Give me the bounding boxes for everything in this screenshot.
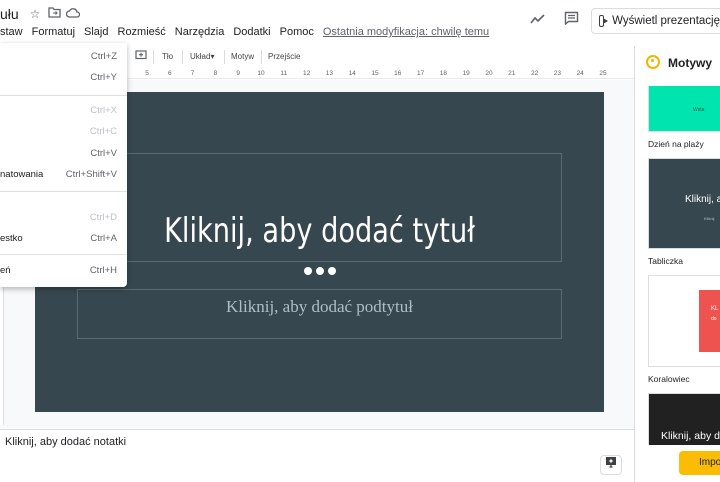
shortcut-select-all: Ctrl+A (90, 233, 117, 244)
theme-card-2-sub: do (711, 316, 717, 322)
menu-tools[interactable]: Narzędzia (175, 26, 229, 42)
insert-comment-icon[interactable] (135, 50, 147, 63)
shortcut-find-replace: Ctrl+H (89, 265, 117, 276)
menu-bar: staw Formatuj Slajd Rozmieść Narzędzia D… (0, 26, 498, 42)
menu-item-undo[interactable]: Ctrl+Z (0, 48, 127, 66)
ruler-mark: 7 (190, 70, 195, 77)
palette-icon (646, 55, 660, 69)
present-button[interactable]: Wyświetl prezentację (591, 8, 720, 34)
ruler-mark: 12 (302, 70, 311, 77)
shortcut-duplicate: Ctrl+D (89, 212, 117, 223)
explore-button[interactable] (600, 455, 622, 475)
theme-card-2[interactable]: KL do (648, 275, 720, 367)
ruler-mark: 9 (236, 70, 240, 77)
star-icon[interactable]: ☆ (28, 7, 42, 21)
theme-card-1-preview: Kliknij, ab (685, 194, 720, 205)
menu-item-paste[interactable]: Ctrl+V (0, 145, 127, 163)
ruler-mark: 8 (213, 70, 218, 77)
ruler-mark: 17 (416, 70, 425, 77)
ruler-mark: 5 (145, 70, 149, 77)
theme-card-1[interactable]: Kliknij, ab Kliknij (648, 158, 720, 249)
notes-divider[interactable] (0, 429, 634, 430)
shortcut-paste-without-formatting: Ctrl+Shift+V (65, 169, 117, 180)
layout-button[interactable]: Układ▾ (190, 52, 214, 61)
menu-item-duplicate[interactable]: Ctrl+D (0, 209, 127, 227)
menu-item-copy[interactable]: Ctrl+C (0, 123, 127, 141)
layout-label: Układ (190, 52, 211, 61)
theme-card-3[interactable]: Kliknij, aby d (648, 393, 720, 445)
ruler-mark: 23 (553, 70, 562, 77)
menu-insert[interactable]: staw (0, 26, 27, 42)
theme-card-0[interactable]: Wsta (648, 86, 720, 132)
menu-arrange[interactable]: Rozmieść (118, 26, 170, 42)
theme-label-2: Tabliczka (648, 256, 683, 266)
ruler-mark: 10 (257, 70, 265, 77)
ruler-mark: 25 (599, 70, 607, 77)
ruler-mark: 18 (439, 70, 448, 77)
ruler-mark: 6 (167, 70, 172, 77)
transition-button[interactable]: Przejście (268, 52, 300, 61)
theme-label-1: Dzień na plaży (648, 139, 704, 149)
menu-slide[interactable]: Slajd (84, 26, 112, 42)
background-button[interactable]: Tło (162, 52, 173, 61)
theme-card-1-sub: Kliknij (704, 216, 715, 221)
cloud-status-icon[interactable] (65, 7, 81, 21)
activity-dashboard-icon[interactable] (527, 10, 549, 32)
menu-help[interactable]: Pomoc (280, 26, 318, 42)
move-to-folder-icon[interactable] (47, 7, 61, 21)
filmstrip-edge (0, 280, 4, 425)
edit-menu: Ctrl+Z Ctrl+Y Ctrl+X Ctrl+C Ctrl+V natow… (0, 43, 127, 287)
theme-card-3-preview: Kliknij, aby d (661, 430, 720, 442)
shortcut-cut: Ctrl+X (90, 105, 117, 116)
slide-subtitle-placeholder[interactable]: Kliknij, aby dodać podtytuł (77, 296, 562, 318)
ruler-mark: 14 (348, 70, 356, 77)
present-label: Wyświetl prezentację (612, 15, 720, 27)
theme-button[interactable]: Motyw (231, 52, 254, 61)
theme-card-0-preview: Wsta (693, 107, 705, 113)
import-theme-button[interactable]: Impo (679, 451, 720, 475)
shortcut-undo: Ctrl+Z (90, 51, 117, 62)
theme-card-2-preview: KL (711, 306, 719, 312)
horizontal-ruler: 5 6 7 8 9 10 11 12 13 14 15 16 17 18 19 20 21 22 23 24 25 (127, 69, 634, 79)
ruler-mark: 15 (371, 70, 379, 77)
ruler-mark: 22 (530, 70, 539, 77)
shortcut-copy: Ctrl+C (89, 126, 117, 137)
ruler-mark: 24 (576, 70, 584, 77)
present-icon (599, 15, 609, 27)
menu-item-paste-without-formatting[interactable]: natowania Ctrl+Shift+V (0, 166, 127, 184)
slide-title-placeholder[interactable]: Kliknij, aby dodać tytuł (126, 206, 514, 256)
ruler-mark: 20 (485, 70, 493, 77)
menu-item-find-replace[interactable]: eń Ctrl+H (0, 262, 127, 280)
theme-label-3: Koralowiec (648, 374, 690, 384)
shortcut-redo: Ctrl+Y (90, 72, 117, 83)
speaker-notes-input[interactable]: Kliknij, aby dodać notatki (5, 436, 126, 448)
layout-caret-icon: ▾ (210, 52, 215, 61)
ruler-mark: 13 (325, 70, 334, 77)
shortcut-paste: Ctrl+V (90, 148, 117, 159)
last-edit-link[interactable]: Ostatnia modyfikacja: chwilę temu (323, 26, 493, 42)
comments-icon[interactable] (560, 10, 582, 32)
decorative-dots (304, 267, 336, 276)
ruler-mark: 19 (462, 70, 470, 77)
ruler-mark: 21 (508, 70, 516, 77)
menu-item-select-all[interactable]: estko Ctrl+A (0, 230, 127, 248)
menu-addons[interactable]: Dodatki (233, 26, 274, 42)
themes-panel-title: Motywy (668, 56, 713, 70)
document-title[interactable]: ułu (0, 6, 19, 22)
ruler-mark: 11 (280, 70, 288, 77)
ruler-mark: 16 (394, 70, 402, 77)
explore-icon (606, 457, 616, 468)
menu-format[interactable]: Formatuj (32, 26, 79, 42)
menu-item-redo[interactable]: Ctrl+Y (0, 69, 127, 87)
menu-item-cut[interactable]: Ctrl+X (0, 102, 127, 120)
